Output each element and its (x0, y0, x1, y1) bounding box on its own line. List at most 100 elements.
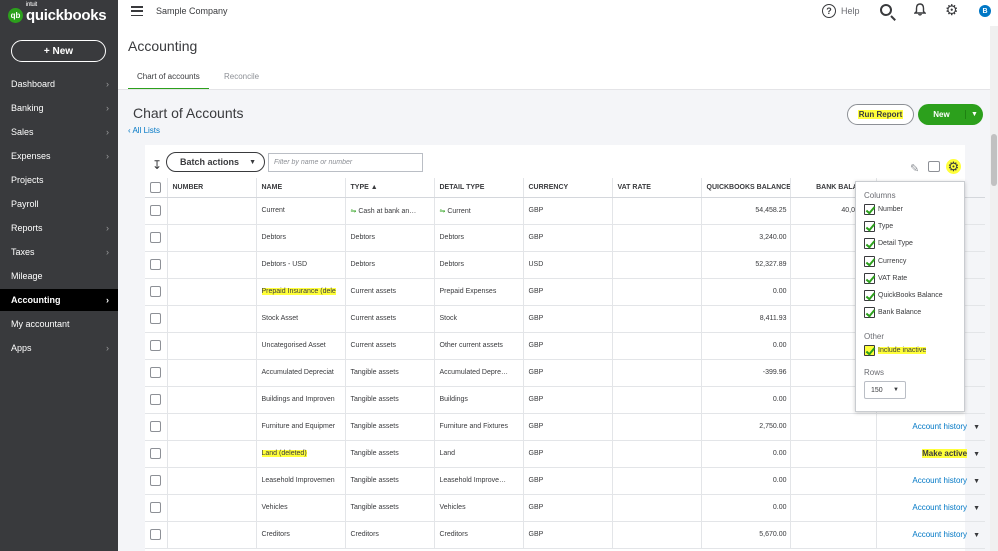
row-checkbox[interactable] (150, 475, 162, 486)
row-checkbox[interactable] (150, 529, 162, 540)
account-history-link[interactable]: Account history (912, 422, 967, 431)
column-header-vat-rate[interactable]: VAT RATE (611, 178, 701, 198)
row-checkbox[interactable] (150, 448, 162, 459)
column-header-quickbooks-balance[interactable]: QUICKBOOKS BALANCE (700, 178, 790, 198)
search-icon[interactable] (880, 4, 892, 16)
column-checkbox[interactable] (864, 221, 875, 233)
column-option-bank-balance[interactable]: Bank Balance (864, 307, 921, 319)
sidebar-item-my-accountant[interactable]: My accountant (0, 313, 118, 335)
new-dropdown-caret-icon[interactable]: ▼ (966, 111, 983, 118)
name-cell[interactable]: Uncategorised Asset (255, 332, 345, 360)
page-scrollbar[interactable] (990, 26, 998, 551)
column-header-currency[interactable]: CURRENCY (522, 178, 612, 198)
help-label[interactable]: Help (841, 6, 860, 16)
sidebar-item-projects[interactable]: Projects (0, 169, 118, 191)
make-active-link[interactable]: Make active (922, 449, 968, 458)
name-cell[interactable]: Debtors - USD (255, 251, 345, 279)
row-checkbox[interactable] (150, 340, 162, 351)
name-cell[interactable]: Debtors (255, 224, 345, 252)
column-checkbox[interactable] (864, 290, 875, 301)
select-all-checkbox[interactable] (150, 181, 162, 193)
column-option-currency[interactable]: Currency (864, 255, 906, 267)
table-row[interactable]: Vehicles Tangible assets Vehicles GBP 0.00 Ac… (145, 494, 985, 522)
row-checkbox[interactable] (150, 421, 162, 432)
help-icon[interactable]: ? (822, 4, 836, 18)
row-checkbox[interactable] (150, 259, 162, 270)
column-option-vat-rate[interactable]: VAT Rate (864, 272, 907, 284)
column-option-number[interactable]: Number (864, 204, 903, 215)
account-history-link[interactable]: Account history (912, 503, 967, 512)
quickbooks-logo[interactable]: qb intuit quickbooks (8, 2, 107, 24)
edit-pencil-icon[interactable]: ✎ (910, 162, 919, 175)
row-checkbox[interactable] (150, 367, 162, 378)
name-cell[interactable]: Buildings and Improven (255, 386, 345, 414)
action-dropdown-caret-icon[interactable]: ▼ (973, 478, 980, 485)
all-lists-link[interactable]: ‹ All Lists (128, 126, 160, 135)
name-cell[interactable]: Accumulated Depreciat (255, 359, 345, 387)
action-dropdown-caret-icon[interactable]: ▼ (973, 532, 980, 539)
hamburger-menu-icon[interactable] (131, 6, 143, 16)
sidebar-item-reports[interactable]: Reports › (0, 217, 118, 239)
column-checkbox[interactable] (864, 204, 875, 215)
include-inactive-checkbox[interactable] (864, 345, 875, 356)
column-option-quickbooks-balance[interactable]: QuickBooks Balance (864, 290, 943, 301)
gear-icon[interactable]: ⚙ (945, 3, 958, 18)
column-checkbox[interactable] (864, 238, 875, 250)
column-option-detail-type[interactable]: Detail Type (864, 238, 913, 250)
name-cell[interactable]: Current (255, 197, 345, 225)
account-history-link[interactable]: Account history (912, 530, 967, 539)
sidebar-item-taxes[interactable]: Taxes › (0, 241, 118, 263)
avatar[interactable]: B (979, 5, 991, 17)
row-checkbox[interactable] (150, 286, 162, 297)
new-button[interactable]: + New (11, 40, 106, 62)
action-dropdown-caret-icon[interactable]: ▼ (973, 424, 980, 431)
table-row[interactable]: Furniture and Equipmer Tangible assets Fur… (145, 413, 985, 441)
row-checkbox[interactable] (150, 394, 162, 405)
sidebar-item-expenses[interactable]: Expenses › (0, 145, 118, 167)
name-cell[interactable]: Land (deleted) (255, 440, 345, 468)
filter-input[interactable] (268, 153, 423, 172)
name-cell[interactable]: Creditors (255, 521, 345, 549)
row-checkbox[interactable] (150, 205, 162, 216)
tab-reconcile[interactable]: Reconcile (224, 72, 259, 81)
table-row[interactable]: Creditors Creditors Creditors GBP 5,670.00 Ac… (145, 521, 985, 549)
run-report-button[interactable]: Run Report (847, 104, 914, 125)
column-checkbox[interactable] (864, 272, 875, 284)
column-header-detail-type[interactable]: DETAIL TYPE (433, 178, 523, 198)
name-cell[interactable]: Prepaid Insurance (dele (255, 278, 345, 306)
sidebar-item-payroll[interactable]: Payroll (0, 193, 118, 215)
account-history-link[interactable]: Account history (912, 476, 967, 485)
row-checkbox[interactable] (150, 313, 162, 324)
include-inactive-option[interactable]: Include inactive (864, 345, 927, 356)
name-cell[interactable]: Vehicles (255, 494, 345, 522)
sidebar-item-accounting[interactable]: Accounting › (0, 289, 118, 311)
rows-select[interactable]: 150 ▼ (864, 381, 906, 399)
action-dropdown-caret-icon[interactable]: ▼ (973, 451, 980, 458)
sidebar-item-apps[interactable]: Apps › (0, 337, 118, 359)
column-checkbox[interactable] (864, 255, 875, 267)
column-option-type[interactable]: Type (864, 221, 893, 233)
name-cell[interactable]: Leasehold Improvemen (255, 467, 345, 495)
sidebar-item-mileage[interactable]: Mileage (0, 265, 118, 287)
column-header-number[interactable]: NUMBER (166, 178, 256, 198)
column-checkbox[interactable] (864, 307, 875, 319)
row-checkbox[interactable] (150, 502, 162, 513)
new-account-label[interactable]: New (918, 110, 966, 119)
bell-icon[interactable] (914, 3, 926, 16)
batch-actions-button[interactable]: Batch actions ▼ (166, 152, 265, 172)
row-checkbox[interactable] (150, 232, 162, 243)
sidebar-item-dashboard[interactable]: Dashboard › (0, 73, 118, 95)
name-cell[interactable]: Stock Asset (255, 305, 345, 333)
sidebar-item-sales[interactable]: Sales › (0, 121, 118, 143)
table-row[interactable]: Land (deleted) Tangible assets Land GBP 0.00… (145, 440, 985, 468)
column-header-name[interactable]: NAME (255, 178, 345, 198)
name-cell[interactable]: Furniture and Equipmer (255, 413, 345, 441)
print-icon[interactable] (928, 161, 940, 172)
new-account-button[interactable]: New ▼ (918, 104, 983, 125)
column-header-type[interactable]: TYPE ▲ (344, 178, 434, 198)
action-dropdown-caret-icon[interactable]: ▼ (973, 505, 980, 512)
table-settings-gear-icon[interactable]: ⚙ (946, 159, 961, 174)
table-row[interactable]: Leasehold Improvemen Tangible assets Lease… (145, 467, 985, 495)
sort-arrow-icon[interactable]: ↧ (152, 158, 162, 172)
scrollbar-thumb[interactable] (991, 134, 997, 186)
